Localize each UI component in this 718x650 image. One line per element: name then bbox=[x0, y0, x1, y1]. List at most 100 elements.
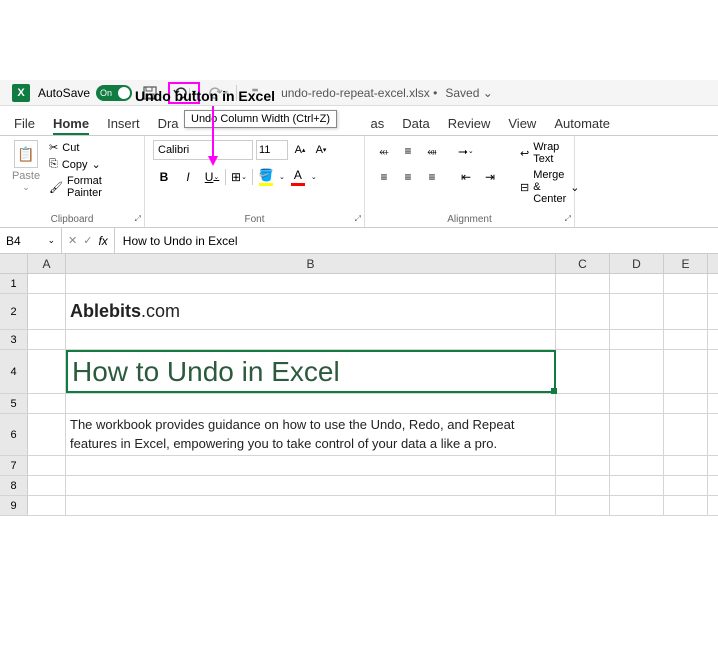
cell[interactable] bbox=[28, 274, 66, 293]
paste-button[interactable]: 📋 Paste ⌄ bbox=[8, 140, 44, 200]
align-middle-button[interactable]: ≡ bbox=[397, 140, 419, 162]
col-header-d[interactable]: D bbox=[610, 254, 664, 273]
borders-button[interactable]: ⊞ ⌄ bbox=[228, 166, 250, 188]
cell[interactable] bbox=[610, 456, 664, 475]
fill-color-dropdown[interactable]: ⌄ bbox=[279, 173, 285, 181]
format-painter-button[interactable]: 🖌Format Painter bbox=[48, 174, 136, 200]
tab-review[interactable]: Review bbox=[448, 116, 491, 135]
cell[interactable] bbox=[556, 294, 610, 329]
cell[interactable] bbox=[664, 456, 708, 475]
tab-automate[interactable]: Automate bbox=[554, 116, 610, 135]
row-header[interactable]: 4 bbox=[0, 350, 28, 393]
tab-file[interactable]: File bbox=[14, 116, 35, 135]
document-name[interactable]: undo-redo-repeat-excel.xlsx • bbox=[281, 86, 437, 100]
font-color-dropdown[interactable]: ⌄ bbox=[311, 173, 317, 181]
merge-center-button[interactable]: ⊟Merge & Center ⌄ bbox=[519, 168, 580, 206]
bold-button[interactable]: B bbox=[153, 166, 175, 188]
tab-data[interactable]: Data bbox=[402, 116, 429, 135]
save-status[interactable]: Saved ⌄ bbox=[445, 86, 492, 100]
cell[interactable] bbox=[28, 350, 66, 393]
cell[interactable] bbox=[610, 394, 664, 413]
cell[interactable] bbox=[556, 350, 610, 393]
cancel-button[interactable]: ✕ bbox=[68, 234, 77, 247]
align-center-button[interactable]: ≡ bbox=[397, 166, 419, 188]
cell[interactable] bbox=[66, 330, 556, 349]
tab-formulas[interactable]: as bbox=[371, 116, 385, 135]
increase-font-button[interactable]: A▴ bbox=[291, 141, 309, 159]
cell[interactable] bbox=[556, 456, 610, 475]
cell[interactable] bbox=[28, 330, 66, 349]
cell[interactable] bbox=[28, 294, 66, 329]
wrap-text-button[interactable]: ↩Wrap Text bbox=[519, 140, 580, 166]
enter-button[interactable]: ✓ bbox=[83, 234, 92, 247]
tab-view[interactable]: View bbox=[508, 116, 536, 135]
fill-color-button[interactable]: 🪣 bbox=[255, 166, 277, 188]
cell[interactable] bbox=[664, 476, 708, 495]
cell[interactable] bbox=[610, 414, 664, 455]
cell[interactable] bbox=[610, 496, 664, 515]
font-dialog-launcher[interactable]: ⤢ bbox=[355, 214, 361, 224]
row-header[interactable]: 5 bbox=[0, 394, 28, 413]
cell[interactable] bbox=[610, 274, 664, 293]
decrease-indent-button[interactable]: ⇤ bbox=[455, 166, 477, 188]
col-header-a[interactable]: A bbox=[28, 254, 66, 273]
cell[interactable] bbox=[28, 394, 66, 413]
row-header[interactable]: 7 bbox=[0, 456, 28, 475]
align-bottom-button[interactable]: ⬵ bbox=[421, 140, 443, 162]
row-header[interactable]: 2 bbox=[0, 294, 28, 329]
font-name-input[interactable] bbox=[153, 140, 253, 160]
cell[interactable] bbox=[610, 330, 664, 349]
tab-draw[interactable]: Dra bbox=[158, 116, 179, 135]
orientation-button[interactable]: ⭢ ⌄ bbox=[455, 140, 477, 162]
row-header[interactable]: 8 bbox=[0, 476, 28, 495]
cell[interactable] bbox=[664, 414, 708, 455]
fx-icon[interactable]: fx bbox=[98, 234, 107, 248]
col-header-e[interactable]: E bbox=[664, 254, 708, 273]
tab-home[interactable]: Home bbox=[53, 116, 89, 135]
underline-button[interactable]: U ⌄ bbox=[201, 166, 223, 188]
cell[interactable] bbox=[664, 394, 708, 413]
align-right-button[interactable]: ≡ bbox=[421, 166, 443, 188]
italic-button[interactable]: I bbox=[177, 166, 199, 188]
cell[interactable] bbox=[556, 394, 610, 413]
row-header[interactable]: 6 bbox=[0, 414, 28, 455]
name-box[interactable]: B4⌄ bbox=[0, 228, 62, 253]
cut-button[interactable]: ✂Cut bbox=[48, 140, 136, 155]
cell-b6-description[interactable]: The workbook provides guidance on how to… bbox=[66, 414, 556, 455]
cell[interactable] bbox=[66, 274, 556, 293]
autosave-toggle[interactable]: On bbox=[96, 85, 132, 101]
cell[interactable] bbox=[664, 496, 708, 515]
cell[interactable] bbox=[66, 456, 556, 475]
font-size-input[interactable] bbox=[256, 140, 288, 160]
cell[interactable] bbox=[28, 476, 66, 495]
row-header[interactable]: 9 bbox=[0, 496, 28, 515]
cell[interactable] bbox=[556, 274, 610, 293]
cell-b2-logo[interactable]: Ablebits.com bbox=[66, 294, 556, 329]
cell[interactable] bbox=[556, 496, 610, 515]
font-color-button[interactable]: A bbox=[287, 166, 309, 188]
align-left-button[interactable]: ≡ bbox=[373, 166, 395, 188]
row-header[interactable]: 3 bbox=[0, 330, 28, 349]
cell[interactable] bbox=[556, 330, 610, 349]
tab-insert[interactable]: Insert bbox=[107, 116, 140, 135]
select-all-corner[interactable] bbox=[0, 254, 28, 273]
cell[interactable] bbox=[66, 496, 556, 515]
clipboard-dialog-launcher[interactable]: ⤢ bbox=[135, 214, 141, 224]
cell[interactable] bbox=[664, 274, 708, 293]
align-top-button[interactable]: ⬴ bbox=[373, 140, 395, 162]
col-header-b[interactable]: B bbox=[66, 254, 556, 273]
cell[interactable] bbox=[28, 414, 66, 455]
cell[interactable] bbox=[66, 394, 556, 413]
cell[interactable] bbox=[28, 496, 66, 515]
cell[interactable] bbox=[664, 350, 708, 393]
cell[interactable] bbox=[610, 294, 664, 329]
fill-handle[interactable] bbox=[551, 388, 557, 394]
autosave-control[interactable]: AutoSave On bbox=[38, 85, 132, 101]
decrease-font-button[interactable]: A▾ bbox=[312, 141, 330, 159]
cell[interactable] bbox=[556, 476, 610, 495]
cell[interactable] bbox=[610, 476, 664, 495]
row-header[interactable]: 1 bbox=[0, 274, 28, 293]
cell-b4-selected[interactable]: How to Undo in Excel bbox=[66, 350, 556, 393]
cell[interactable] bbox=[556, 414, 610, 455]
cell[interactable] bbox=[664, 330, 708, 349]
